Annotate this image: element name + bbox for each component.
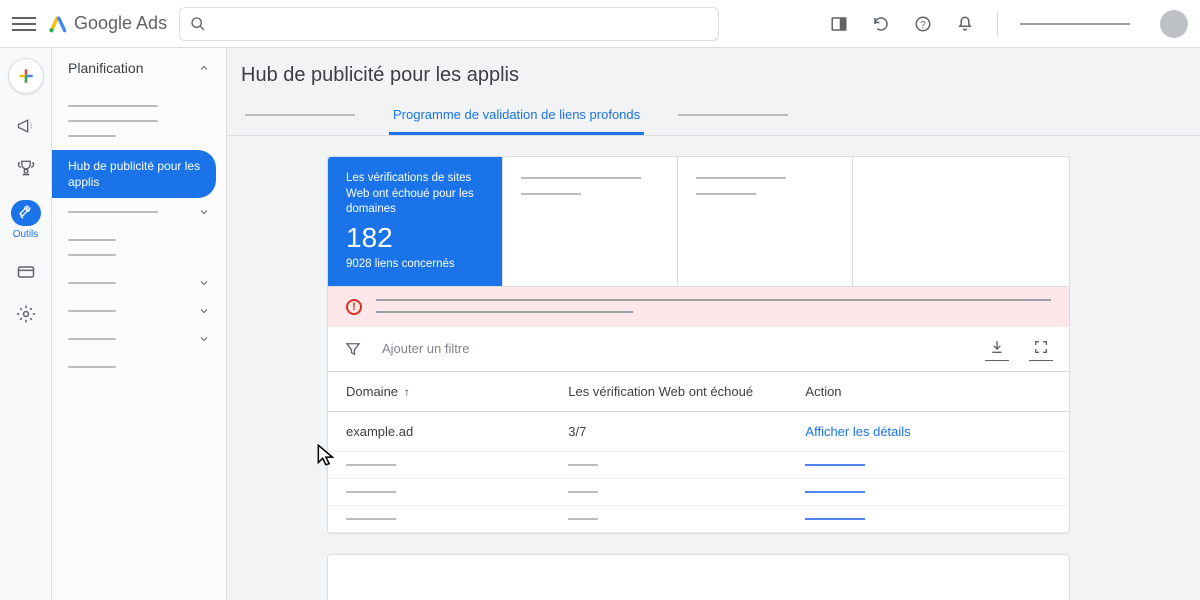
chevron-down-icon (198, 206, 210, 218)
plus-icon (16, 66, 36, 86)
product-logo[interactable]: Google Ads (48, 13, 167, 34)
cell-placeholder (346, 491, 396, 493)
create-button[interactable] (8, 58, 44, 94)
alert-text-placeholder (376, 311, 633, 313)
rail-tools-label: Outils (13, 229, 39, 240)
notifications-icon[interactable] (955, 14, 975, 34)
nav-item-placeholder[interactable] (68, 254, 116, 256)
nav-item-expandable[interactable] (52, 198, 226, 226)
rail-goals[interactable] (8, 158, 44, 178)
sidebar-item-label: Hub de publicité pour les applis (68, 159, 200, 189)
search-input[interactable] (214, 16, 708, 32)
cell-placeholder (568, 518, 598, 520)
column-header-failed[interactable]: Les vérification Web ont échoué (550, 372, 787, 412)
svg-text:?: ? (920, 19, 926, 30)
main-content: Hub de publicité pour les applis Program… (227, 48, 1200, 600)
cell-failed: 3/7 (550, 411, 787, 451)
nav-item-placeholder[interactable] (68, 239, 116, 241)
stat-value: 182 (346, 222, 484, 254)
sort-ascending-icon: ↑ (404, 385, 410, 399)
add-filter-button[interactable]: Ajouter un filtre (382, 341, 469, 356)
tab-placeholder-1[interactable] (241, 104, 359, 129)
tabs: Programme de validation de liens profond… (227, 97, 1200, 136)
account-name-placeholder (1020, 23, 1130, 25)
alert-banner: ! (328, 287, 1069, 327)
column-header-domain[interactable]: Domaine↑ (328, 372, 550, 412)
google-ads-icon (48, 14, 68, 34)
filter-toolbar: Ajouter un filtre (328, 327, 1069, 372)
appearance-icon[interactable] (829, 14, 849, 34)
top-bar: Google Ads ? (0, 0, 1200, 48)
sidebar-section-title: Planification (68, 60, 144, 76)
nav-item-expandable[interactable] (52, 269, 226, 297)
link-placeholder[interactable] (805, 464, 865, 466)
cell-placeholder (568, 491, 598, 493)
nav-item-placeholder[interactable] (68, 120, 158, 122)
nav-item-expandable[interactable] (52, 297, 226, 325)
page-title: Hub de publicité pour les applis (227, 48, 1200, 97)
link-placeholder[interactable] (805, 518, 865, 520)
rail-admin[interactable] (8, 304, 44, 324)
search-box[interactable] (179, 7, 719, 41)
chevron-down-icon (198, 305, 210, 317)
chevron-down-icon (198, 333, 210, 345)
search-icon (190, 16, 206, 32)
table-row (328, 505, 1069, 532)
view-details-link[interactable]: Afficher les détails (805, 424, 910, 439)
refresh-icon[interactable] (871, 14, 891, 34)
fullscreen-icon[interactable] (1029, 337, 1053, 361)
link-placeholder[interactable] (805, 491, 865, 493)
nav-item-placeholder[interactable] (68, 366, 116, 368)
table-row (328, 478, 1069, 505)
help-icon[interactable]: ? (913, 14, 933, 34)
nav-item-placeholder[interactable] (68, 105, 158, 107)
tab-label: Programme de validation de liens profond… (393, 107, 640, 122)
column-header-action[interactable]: Action (787, 372, 1069, 412)
filter-icon[interactable] (344, 340, 362, 358)
topbar-actions: ? (829, 10, 1188, 38)
stat-sub: 9028 liens concernés (346, 258, 484, 270)
cell-placeholder (346, 464, 396, 466)
sidebar-section-header[interactable]: Planification (52, 60, 226, 90)
chevron-up-icon (198, 62, 210, 74)
gear-icon (16, 304, 36, 324)
rail-tools[interactable]: Outils (8, 200, 44, 240)
nav-item-placeholder[interactable] (68, 135, 116, 137)
cell-placeholder (568, 464, 598, 466)
megaphone-icon (16, 116, 36, 136)
table-row: example.ad 3/7 Afficher les détails (328, 411, 1069, 451)
validation-card: Les vérifications de sites Web ont échou… (327, 156, 1070, 534)
sidebar: Planification Hub de publicité pour les … (52, 48, 227, 600)
download-icon[interactable] (985, 337, 1009, 361)
stat-label: Les vérifications de sites Web ont échou… (346, 171, 484, 218)
cell-domain: example.ad (328, 411, 550, 451)
secondary-card (327, 554, 1070, 600)
rail-billing[interactable] (8, 262, 44, 282)
card-icon (16, 262, 36, 282)
trophy-icon (16, 158, 36, 178)
menu-icon[interactable] (12, 12, 36, 36)
stat-row: Les vérifications de sites Web ont échou… (328, 157, 1069, 287)
stat-failed-domains[interactable]: Les vérifications de sites Web ont échou… (328, 157, 503, 286)
tab-deep-link-validator[interactable]: Programme de validation de liens profond… (389, 97, 644, 135)
stat-placeholder-2[interactable] (503, 157, 678, 286)
alert-text-placeholder (376, 299, 1051, 301)
stat-placeholder-3[interactable] (678, 157, 853, 286)
nav-item-expandable[interactable] (52, 325, 226, 353)
product-name: Google Ads (74, 13, 167, 34)
rail-campaigns[interactable] (8, 116, 44, 136)
cell-placeholder (346, 518, 396, 520)
tab-placeholder-2[interactable] (674, 104, 792, 129)
error-icon: ! (346, 299, 362, 315)
domains-table: Domaine↑ Les vérification Web ont échoué… (328, 372, 1069, 533)
tools-icon (17, 204, 35, 222)
table-row (328, 451, 1069, 478)
avatar[interactable] (1160, 10, 1188, 38)
stat-placeholder-4 (853, 157, 1069, 286)
sidebar-item-app-hub[interactable]: Hub de publicité pour les applis (52, 150, 216, 198)
left-rail: Outils (0, 48, 52, 600)
chevron-down-icon (198, 277, 210, 289)
